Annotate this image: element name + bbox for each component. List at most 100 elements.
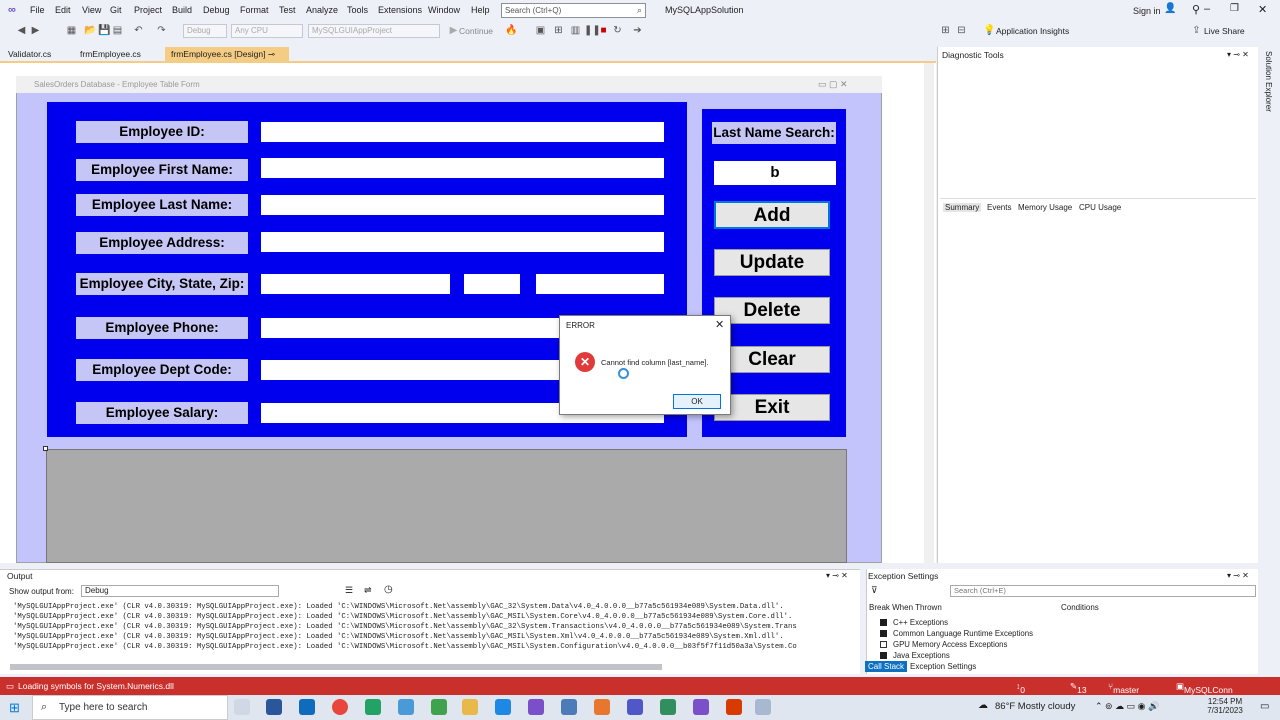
menu-tools[interactable]: Tools	[347, 5, 368, 15]
checkbox[interactable]	[880, 630, 887, 637]
tray-icons[interactable]: ⌃ ⊚ ☁ ▭ ◉ 🔊	[1095, 701, 1159, 712]
checkbox[interactable]	[880, 641, 887, 648]
camtasia-icon[interactable]	[365, 699, 381, 715]
restore-icon[interactable]: ❐	[1230, 3, 1239, 14]
vscode-icon[interactable]	[495, 699, 511, 715]
tab-frmemployee-design[interactable]: frmEmployee.cs [Design] ⊸ ✕	[165, 47, 289, 70]
menu-help[interactable]: Help	[471, 5, 490, 15]
chrome-icon[interactable]	[332, 699, 348, 715]
designer-scrollbar[interactable]	[924, 63, 934, 563]
menu-format[interactable]: Format	[240, 5, 269, 15]
menu-edit[interactable]: Edit	[55, 5, 71, 15]
tab-call-stack[interactable]: Call Stack	[865, 661, 908, 672]
menu-debug[interactable]: Debug	[203, 5, 230, 15]
account-icon[interactable]: 👤	[1164, 3, 1176, 14]
new-item-icon[interactable]: ▦	[66, 25, 77, 36]
continue-button[interactable]: Continue	[459, 26, 493, 36]
forward-icon[interactable]: ▶	[30, 25, 41, 36]
first-name-input[interactable]	[261, 158, 664, 178]
delete-button[interactable]: Delete	[714, 297, 830, 324]
state-input[interactable]	[464, 274, 520, 294]
show-next-statement-icon[interactable]: ➔	[632, 25, 643, 36]
last-name-search-input[interactable]: b	[714, 161, 836, 185]
last-name-input[interactable]	[261, 195, 664, 215]
menu-analyze[interactable]: Analyze	[306, 5, 338, 15]
sign-in-link[interactable]: Sign in	[1133, 6, 1161, 16]
tab-validator[interactable]: Validator.cs	[2, 47, 57, 61]
restart-icon[interactable]: ↻	[612, 25, 623, 36]
update-button[interactable]: Update	[714, 249, 830, 276]
menu-test[interactable]: Test	[279, 5, 296, 15]
col-conditions[interactable]: Conditions	[1061, 603, 1099, 612]
exception-row[interactable]: Java Exceptions	[893, 651, 950, 660]
menu-file[interactable]: File	[30, 5, 45, 15]
app-icon[interactable]	[594, 699, 610, 715]
menu-view[interactable]: View	[82, 5, 101, 15]
taskbar-search[interactable]: ⌕ Type here to search	[32, 695, 228, 720]
redo-icon[interactable]: ↷	[156, 25, 167, 36]
menu-git[interactable]: Git	[110, 5, 122, 15]
pane-menu-icon[interactable]: ▾ ⊸ ✕	[826, 571, 848, 580]
exception-search-input[interactable]: Search (Ctrl+E)	[950, 585, 1256, 597]
dialog-close-icon[interactable]: ✕	[715, 318, 724, 331]
notifications-icon[interactable]: ▭	[1260, 701, 1269, 712]
employee-id-input[interactable]	[261, 122, 664, 142]
align-icon[interactable]: ⊟	[956, 25, 967, 36]
close-icon[interactable]: ✕	[1258, 3, 1267, 16]
pin-icon[interactable]: ⊸	[268, 49, 275, 59]
address-input[interactable]	[261, 232, 664, 252]
checkbox[interactable]	[880, 619, 887, 626]
teams-icon[interactable]	[627, 699, 643, 715]
checkbox[interactable]	[880, 652, 887, 659]
layout-icon[interactable]: ⊞	[940, 25, 951, 36]
tab-events[interactable]: Events	[987, 203, 1011, 212]
save-icon[interactable]: 💾	[98, 25, 110, 36]
changes-count[interactable]: ✎ 13	[1070, 681, 1087, 695]
solution-explorer-tab[interactable]: Solution Explorer	[1264, 51, 1273, 112]
app-icon[interactable]	[660, 699, 676, 715]
filter-icon[interactable]: ⊽	[871, 585, 878, 596]
stop-icon[interactable]: ■	[598, 25, 609, 36]
menu-extensions[interactable]: Extensions	[378, 5, 422, 15]
visual-studio-icon[interactable]	[693, 699, 709, 715]
tab-summary[interactable]: Summary	[943, 203, 982, 212]
mysql-icon[interactable]	[561, 699, 577, 715]
pane-menu-icon[interactable]: ▾ ⊸ ✕	[1227, 571, 1249, 580]
menu-window[interactable]: Window	[428, 5, 460, 15]
weather-text[interactable]: 86°F Mostly cloudy	[995, 701, 1075, 712]
app-insights-button[interactable]: Application Insights	[996, 26, 1069, 36]
tab-frmemployee-code[interactable]: frmEmployee.cs	[74, 47, 147, 61]
app-insights-icon[interactable]: 💡	[983, 25, 995, 36]
tab-exception-settings[interactable]: Exception Settings	[907, 661, 980, 672]
exit-button[interactable]: Exit	[714, 394, 830, 421]
back-icon[interactable]: ◀	[16, 25, 27, 36]
output-source-select[interactable]: Debug	[81, 585, 279, 597]
clear-button[interactable]: Clear	[714, 346, 830, 373]
undo-icon[interactable]: ↶	[133, 25, 144, 36]
employee-data-grid[interactable]	[46, 449, 847, 563]
active-window-icon[interactable]	[755, 699, 771, 715]
windows-start-icon[interactable]: ⊞	[9, 700, 20, 716]
live-share-button[interactable]: Live Share	[1204, 26, 1245, 36]
word-icon[interactable]	[266, 699, 282, 715]
file-explorer-icon[interactable]	[462, 699, 478, 715]
add-button[interactable]: Add	[714, 201, 830, 229]
city-input[interactable]	[261, 274, 450, 294]
app-icon[interactable]	[431, 699, 447, 715]
error-count[interactable]: ↕ 0 / 0	[1016, 681, 1025, 715]
word-wrap-icon[interactable]: ⇌	[364, 585, 372, 596]
clock[interactable]: 12:54 PM 7/31/2023	[1205, 697, 1245, 715]
menu-build[interactable]: Build	[172, 5, 192, 15]
col-break-when-thrown[interactable]: Break When Thrown	[869, 603, 942, 612]
minimize-icon[interactable]: –	[1204, 3, 1210, 15]
feedback-icon[interactable]: ⚲	[1192, 3, 1200, 16]
hot-reload-icon[interactable]: 🔥	[505, 25, 517, 36]
branch-selector[interactable]: ⑂ master	[1108, 681, 1139, 695]
process-icon[interactable]: ⊞	[553, 25, 564, 36]
pause-icon[interactable]: ❚❚	[584, 25, 601, 36]
resize-handle[interactable]	[43, 446, 48, 451]
repo-selector[interactable]: ▣ MySQLConn	[1176, 681, 1233, 695]
ok-button[interactable]: OK	[673, 394, 721, 409]
open-icon[interactable]: 📂	[84, 25, 96, 36]
task-view-icon[interactable]	[234, 699, 250, 715]
